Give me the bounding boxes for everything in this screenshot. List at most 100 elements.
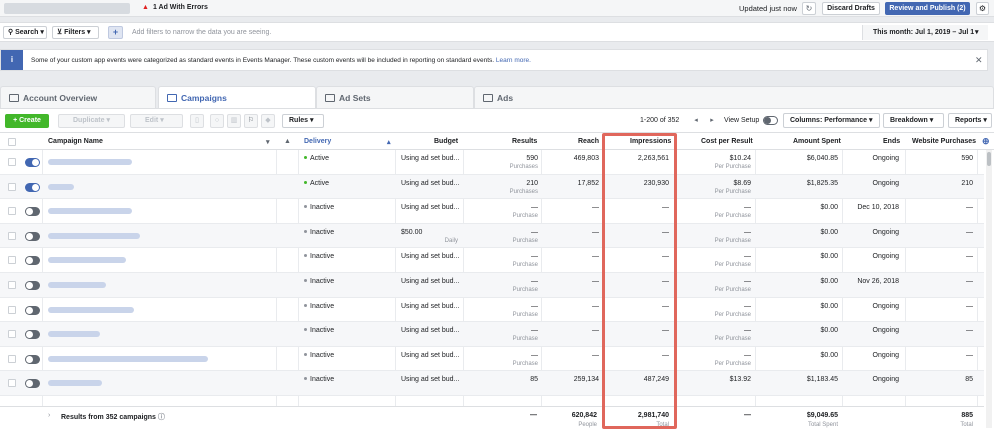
campaign-name-link[interactable] <box>48 331 100 338</box>
table-row[interactable]: Inactive Using ad set bud... — Purchase — — — P… <box>0 298 984 323</box>
tab-account-overview[interactable]: Account Overview <box>0 86 156 108</box>
table-row[interactable]: Inactive Using ad set bud... — Purchase — — — P… <box>0 199 984 224</box>
duplicate-button[interactable]: Duplicate ▾ <box>58 114 125 128</box>
refresh-icon[interactable]: ↻ <box>802 2 816 15</box>
errors-indicator[interactable]: ▲ 1 Ad With Errors <box>142 4 208 11</box>
row-toggle[interactable] <box>25 207 40 217</box>
row-checkbox[interactable] <box>8 281 16 289</box>
row-toggle[interactable] <box>25 182 40 192</box>
filters-button[interactable]: ⊻ Filters ▾ <box>52 26 99 39</box>
scrollbar[interactable] <box>986 150 992 428</box>
row-budget[interactable]: Using ad set bud... <box>401 352 459 359</box>
next-page-icon[interactable]: ▸ <box>706 115 718 127</box>
row-checkbox[interactable] <box>8 158 16 166</box>
view-setup-toggle[interactable] <box>763 116 778 125</box>
row-toggle[interactable] <box>25 305 40 315</box>
col-results[interactable]: Results <box>512 138 537 145</box>
add-column-icon[interactable]: ⊕ <box>982 136 990 147</box>
discard-drafts-button[interactable]: Discard Drafts <box>822 2 880 15</box>
table-row[interactable]: Inactive $50.00 Daily — Purchase — — — Per Purch… <box>0 223 984 249</box>
search-button[interactable]: ⚲ Search ▾ <box>3 26 47 39</box>
reports-dropdown[interactable]: Reports ▾ <box>948 113 992 128</box>
campaign-name-link[interactable] <box>48 282 106 288</box>
row-toggle[interactable] <box>25 281 40 290</box>
ab-test-icon[interactable]: ⚐ <box>244 114 258 128</box>
campaign-name-link[interactable] <box>48 380 102 387</box>
row-toggle[interactable] <box>25 330 40 340</box>
row-toggle[interactable] <box>25 158 40 167</box>
tab-ad-sets[interactable]: Ad Sets <box>316 86 474 108</box>
learn-more-link[interactable]: Learn more. <box>496 57 531 64</box>
col-ends[interactable]: Ends <box>883 138 900 145</box>
campaign-name-link[interactable] <box>48 355 208 362</box>
row-ends: Ongoing <box>872 376 899 384</box>
edit-button[interactable]: Edit ▾ <box>130 114 183 128</box>
row-budget[interactable]: Using ad set bud... <box>401 376 459 383</box>
row-budget[interactable]: Using ad set bud... <box>401 204 459 211</box>
breakdown-dropdown[interactable]: Breakdown ▾ <box>883 113 944 128</box>
campaign-name-link[interactable] <box>48 232 140 239</box>
col-website-purchases[interactable]: Website Purchases <box>912 138 976 145</box>
campaign-name-link[interactable] <box>48 257 126 264</box>
info-icon[interactable]: ⓘ <box>158 414 165 421</box>
sort-asc-icon[interactable]: ▴ <box>387 138 391 146</box>
close-icon[interactable]: ✕ <box>975 55 983 66</box>
campaign-name-link[interactable] <box>48 159 132 165</box>
col-delivery[interactable]: Delivery <box>304 138 331 145</box>
row-budget[interactable]: Using ad set bud... <box>401 303 459 310</box>
row-budget[interactable]: Using ad set bud... <box>401 180 459 187</box>
row-toggle[interactable] <box>25 354 40 364</box>
row-budget[interactable]: Using ad set bud... <box>401 327 459 334</box>
campaign-name-link[interactable] <box>48 208 132 215</box>
row-checkbox[interactable] <box>8 330 16 339</box>
select-all-checkbox[interactable] <box>8 138 16 146</box>
sort-icon[interactable]: ▾ <box>266 138 270 146</box>
col-amount-spent[interactable]: Amount Spent <box>793 138 841 145</box>
tab-campaigns[interactable]: Campaigns <box>158 86 316 109</box>
row-budget[interactable]: $50.00 <box>401 229 422 236</box>
copy-icon[interactable]: ▯ <box>190 114 204 128</box>
col-cost-per-result[interactable]: Cost per Result <box>701 138 753 145</box>
row-checkbox[interactable] <box>8 207 16 216</box>
account-selector[interactable] <box>4 3 130 14</box>
table-row[interactable]: Inactive Using ad set bud... 85 259,134 487,… <box>0 371 984 396</box>
row-checkbox[interactable] <box>8 182 16 191</box>
row-toggle[interactable] <box>25 256 40 266</box>
table-row[interactable]: Inactive Using ad set bud... — Purchase — — — P… <box>0 273 984 298</box>
campaign-name-link[interactable] <box>48 183 74 190</box>
table-row[interactable]: Active Using ad set bud... 590 Purchases 469… <box>0 150 984 175</box>
col-reach[interactable]: Reach <box>578 138 599 145</box>
row-toggle[interactable] <box>25 231 40 241</box>
row-budget[interactable]: Using ad set bud... <box>401 278 459 285</box>
undo-icon[interactable]: ○ <box>210 114 224 128</box>
table-row[interactable]: Inactive Using ad set bud... — Purchase — — — P… <box>0 248 984 273</box>
expand-icon[interactable]: › <box>48 412 50 419</box>
create-button[interactable]: + Create <box>5 114 49 128</box>
filter-hint[interactable]: Add filters to narrow the data you are s… <box>132 29 271 36</box>
tag-icon[interactable]: ◆ <box>261 114 275 128</box>
table-row[interactable]: Inactive Using ad set bud... — Purchase — — — P… <box>0 347 984 372</box>
columns-dropdown[interactable]: Columns: Performance ▾ <box>783 113 880 128</box>
col-budget[interactable]: Budget <box>434 138 458 145</box>
add-filter-button[interactable]: + <box>108 26 123 39</box>
row-checkbox[interactable] <box>8 256 16 265</box>
row-checkbox[interactable] <box>8 379 16 388</box>
table-row[interactable]: Inactive Using ad set bud... — Purchase — — — P… <box>0 322 984 347</box>
row-checkbox[interactable] <box>8 354 16 363</box>
row-checkbox[interactable] <box>8 231 16 240</box>
col-campaign-name[interactable]: Campaign Name <box>48 138 103 145</box>
gear-icon[interactable]: ⚙ <box>976 2 989 15</box>
campaign-name-link[interactable] <box>48 306 134 313</box>
row-checkbox[interactable] <box>8 305 16 314</box>
table-row[interactable]: Active Using ad set bud... 210 Purchases 17,… <box>0 174 984 200</box>
prev-page-icon[interactable]: ◂ <box>690 115 702 127</box>
scrollbar-thumb[interactable] <box>987 152 991 166</box>
trash-icon[interactable]: ▥ <box>227 114 241 128</box>
tab-ads[interactable]: Ads <box>474 86 994 108</box>
rules-button[interactable]: Rules ▾ <box>282 114 324 128</box>
date-range-picker[interactable]: This month: Jul 1, 2019 – Jul 1 ▾ <box>862 25 988 40</box>
row-toggle[interactable] <box>25 379 40 389</box>
row-budget[interactable]: Using ad set bud... <box>401 253 459 260</box>
review-publish-button[interactable]: Review and Publish (2) <box>885 2 970 15</box>
row-budget[interactable]: Using ad set bud... <box>401 155 459 162</box>
